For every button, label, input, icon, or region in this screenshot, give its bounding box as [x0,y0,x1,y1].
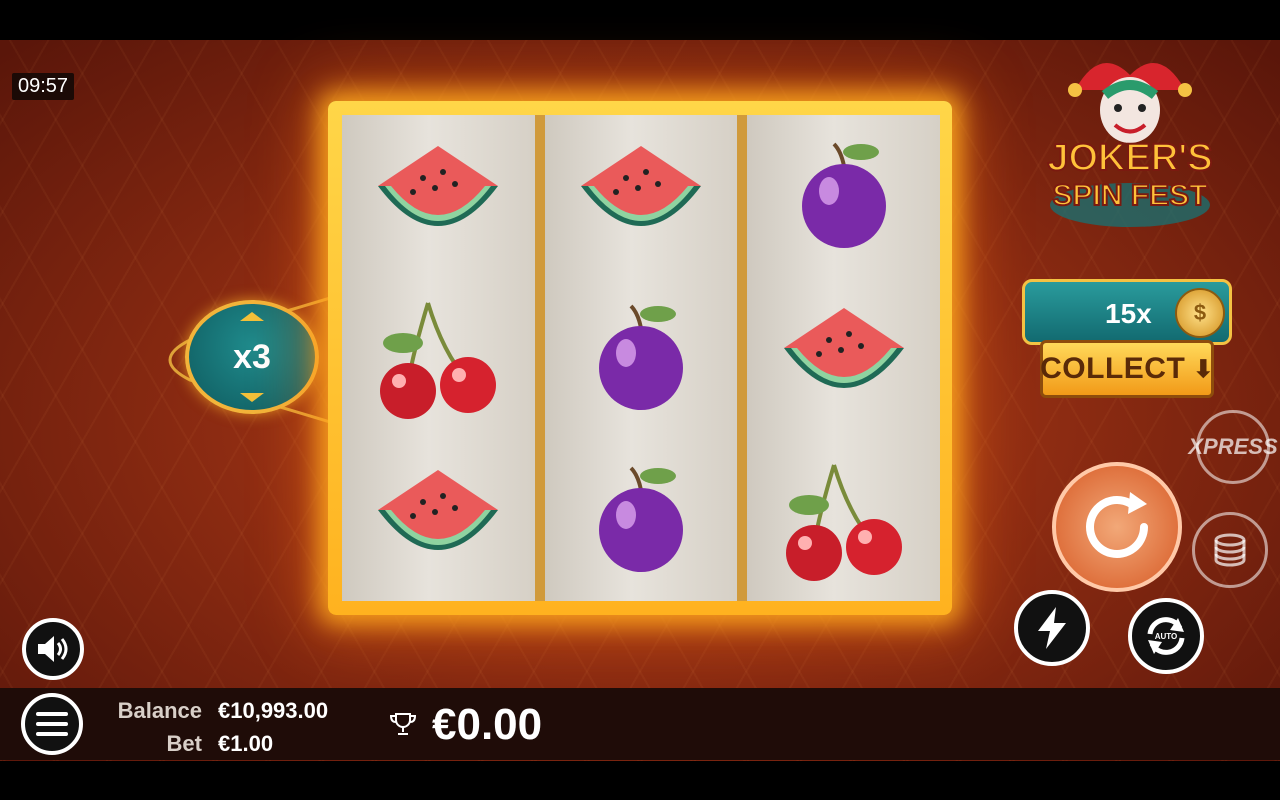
watermelon-symbol [571,126,711,266]
collect-label: COLLECT [1040,352,1186,385]
reel-2 [544,115,738,601]
cherries-symbol [774,450,914,590]
reel-1 [342,115,535,601]
turbo-button[interactable] [1014,590,1090,666]
sound-icon [38,636,68,662]
autoplay-icon: AUTO [1147,617,1185,655]
bet-value: €1.00 [218,731,274,756]
watermelon-symbol [368,450,508,590]
turbo-icon [1038,607,1066,649]
trophy-icon [390,713,416,735]
reel-frame [328,101,952,615]
reels [342,115,941,601]
coin-stack-icon: $ [1175,288,1225,338]
xpress-button[interactable]: XPRESS [1188,410,1278,484]
spin-button[interactable] [1052,462,1182,592]
multiplier-up-icon[interactable] [240,312,264,321]
bet-label: Bet [166,731,202,756]
multiplier-label: x3 [233,337,271,376]
collect-count: 15x [1105,298,1152,329]
logo-line-2: SPIN FEST [1052,179,1207,212]
bottom-bar: Balance €10,993.00 Bet €1.00 €0.00 [0,688,1280,760]
autoplay-button[interactable]: AUTO [1128,598,1204,674]
menu-button[interactable] [21,693,83,755]
plum-symbol [774,126,914,266]
coin-stack-icon [1214,533,1246,567]
multiplier-down-icon[interactable] [240,393,264,402]
download-icon: ⬇ [1193,355,1214,383]
auto-label: AUTO [1155,632,1178,641]
win-value: €0.00 [432,700,543,749]
game-logo: JOKER'S SPIN FEST [1025,40,1235,235]
watermelon-symbol [774,288,914,428]
menu-icon [36,712,68,736]
multiplier-selector[interactable]: x3 [185,300,319,414]
collect-panel: 15x $ [1022,279,1232,345]
cherries-symbol [368,288,508,428]
plum-symbol [571,450,711,590]
collect-button[interactable]: COLLECT ⬇ [1040,340,1214,398]
clock: 09:57 [12,73,75,100]
joker-jester-icon: JOKER'S SPIN FEST [1046,63,1214,227]
reel-3 [747,115,941,601]
logo-line-1: JOKER'S [1047,137,1212,179]
watermelon-symbol [368,126,508,266]
sound-button[interactable] [22,618,84,680]
bet-settings-button[interactable] [1192,512,1268,588]
spin-icon [1086,492,1148,558]
balance-label: Balance [117,698,202,723]
balance-value: €10,993.00 [218,698,329,723]
xpress-label: XPRESS [1188,434,1278,459]
plum-symbol [571,288,711,428]
